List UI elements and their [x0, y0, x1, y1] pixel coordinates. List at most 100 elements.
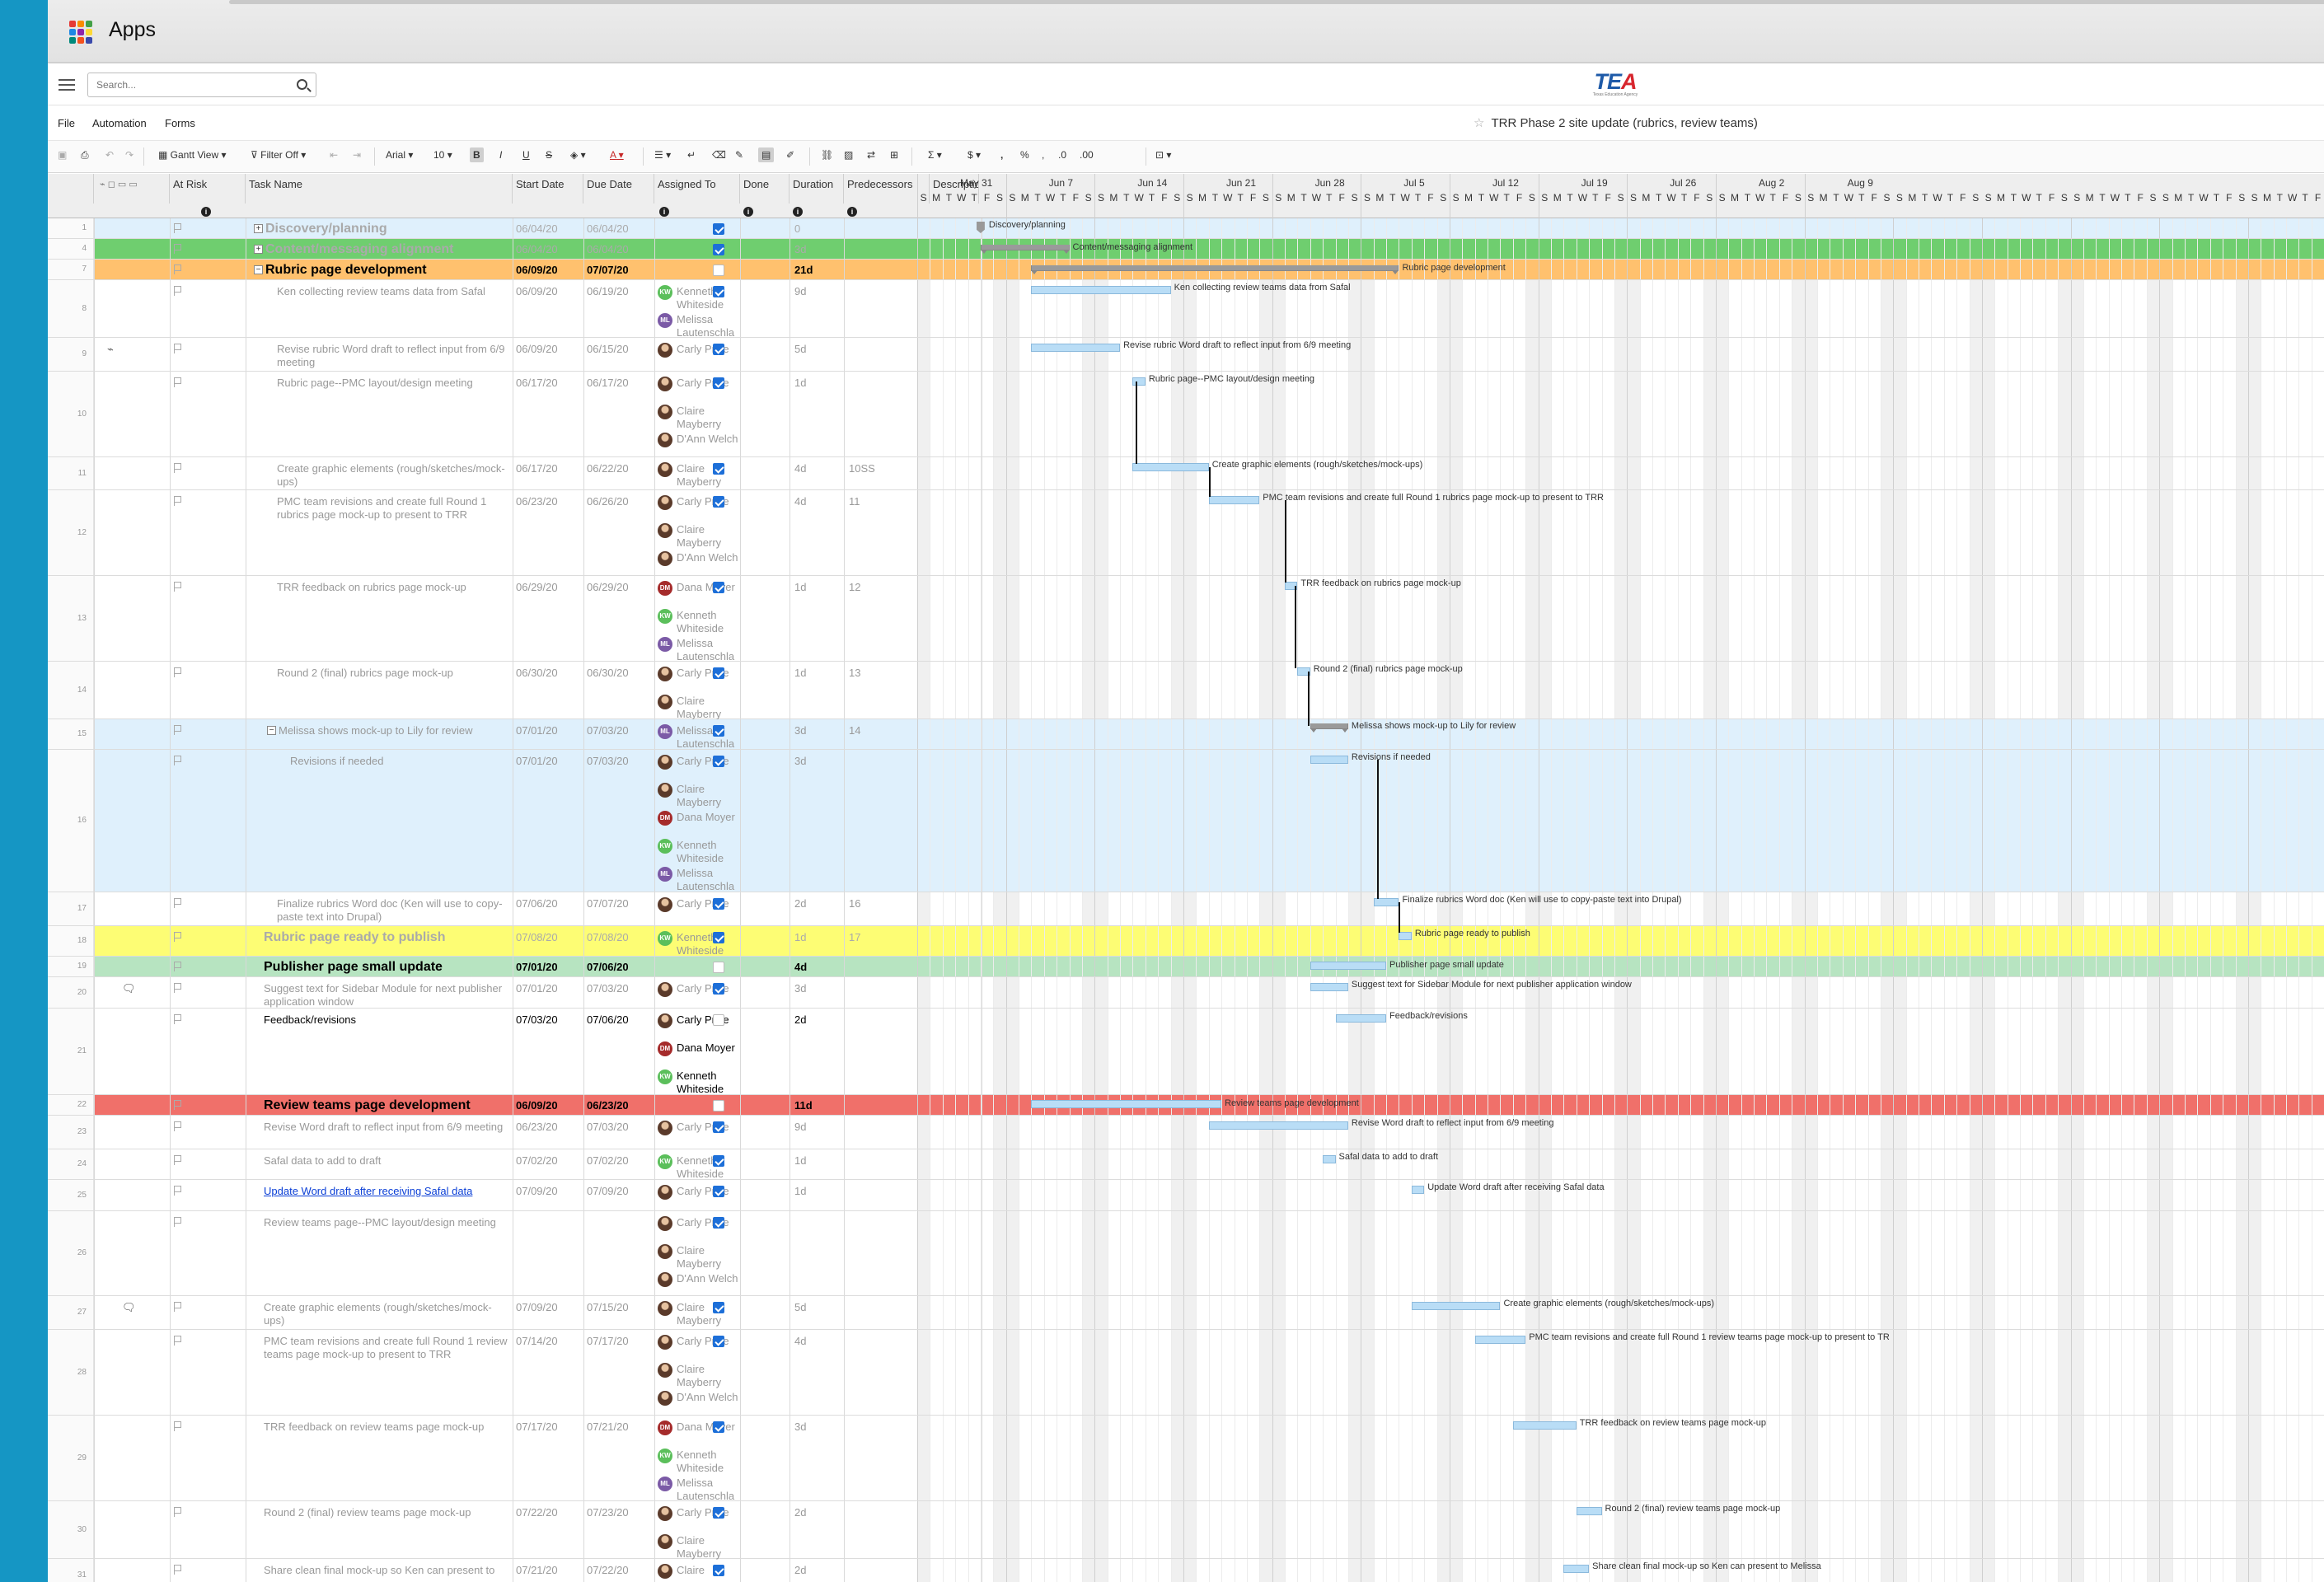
row-number[interactable]: 22: [48, 1095, 94, 1115]
predecessors-cell[interactable]: 12: [849, 581, 860, 594]
duration-cell[interactable]: 3d: [794, 755, 806, 768]
assignee[interactable]: Claire: [658, 1564, 740, 1579]
fill-color-icon[interactable]: ◈ ▾: [570, 149, 586, 161]
assignee[interactable]: KW Kenneth Whiteside: [658, 931, 740, 957]
start-date-cell[interactable]: 07/21/20: [516, 1564, 558, 1577]
task-name-cell[interactable]: Safal data to add to draft: [264, 1154, 509, 1168]
gantt-task-bar[interactable]: [1411, 1302, 1501, 1310]
at-risk-flag-icon[interactable]: [172, 1121, 182, 1131]
highlight-icon[interactable]: ✐: [786, 149, 794, 161]
duration-cell[interactable]: 1d: [794, 667, 806, 680]
duration-cell[interactable]: 2d: [794, 1013, 806, 1027]
done-checkbox[interactable]: [713, 1155, 724, 1167]
row-number[interactable]: 29: [48, 1416, 94, 1500]
done-checkbox[interactable]: [713, 1100, 724, 1112]
task-name-cell[interactable]: Rubric page ready to publish: [264, 931, 509, 944]
at-risk-flag-icon[interactable]: [172, 244, 182, 254]
decrease-decimal-button[interactable]: .0: [1058, 149, 1066, 161]
hierarchy-icon[interactable]: ⊞: [890, 149, 898, 161]
table-row[interactable]: 12 PMC team revisions and create full Rou…: [48, 490, 2324, 576]
table-row[interactable]: 16 Revisions if needed 07/01/20 07/03/20 Car…: [48, 750, 2324, 892]
assignee[interactable]: KW Kenneth Whiteside: [658, 1449, 740, 1475]
assignee[interactable]: KW Kenneth Whiteside: [658, 285, 740, 311]
search-icon[interactable]: [297, 79, 307, 90]
at-risk-flag-icon[interactable]: [172, 667, 182, 677]
row-number[interactable]: 7: [48, 260, 94, 279]
assignee[interactable]: Carly Price: [658, 1335, 740, 1350]
start-date-cell[interactable]: 06/04/20: [516, 222, 558, 236]
done-checkbox[interactable]: [713, 344, 724, 355]
menu-file[interactable]: File: [58, 117, 75, 129]
done-checkbox[interactable]: [713, 962, 724, 973]
duration-cell[interactable]: 0: [794, 222, 800, 236]
duration-cell[interactable]: 1d: [794, 581, 806, 594]
at-risk-flag-icon[interactable]: [172, 582, 182, 592]
done-checkbox[interactable]: [713, 667, 724, 679]
table-row[interactable]: 19 Publisher page small update 07/01/20 07/…: [48, 957, 2324, 977]
info-icon[interactable]: i: [847, 207, 857, 217]
start-date-cell[interactable]: 07/17/20: [516, 1421, 558, 1434]
done-checkbox[interactable]: [713, 1217, 724, 1229]
assignee[interactable]: Carly Price: [658, 667, 740, 681]
due-date-cell[interactable]: 06/22/20: [587, 462, 629, 475]
done-checkbox[interactable]: [713, 983, 724, 995]
gantt-task-bar[interactable]: [1031, 1100, 1222, 1108]
done-checkbox[interactable]: [713, 725, 724, 737]
table-row[interactable]: 1 + Discovery/planning 06/04/20 06/04/20 0 Dis…: [48, 218, 2324, 239]
done-checkbox[interactable]: [713, 1565, 724, 1576]
row-number[interactable]: 20: [48, 977, 94, 1008]
row-number[interactable]: 19: [48, 957, 94, 976]
due-date-cell[interactable]: 07/09/20: [587, 1185, 629, 1198]
at-risk-flag-icon[interactable]: [172, 1421, 182, 1431]
due-date-cell[interactable]: 07/06/20: [587, 961, 629, 974]
start-date-cell[interactable]: 06/23/20: [516, 495, 558, 508]
gantt-summary-bar[interactable]: [1310, 723, 1349, 732]
table-row[interactable]: 7− Rubric page development 06/09/20 07/07/2…: [48, 260, 2324, 280]
task-name-cell[interactable]: Ken collecting review teams data from Sa…: [277, 285, 509, 298]
gantt-task-bar[interactable]: [1411, 1186, 1425, 1194]
assignee[interactable]: Carly Price: [658, 1506, 740, 1521]
table-row[interactable]: 8 Ken collecting review teams data from S…: [48, 280, 2324, 339]
assignee[interactable]: ML Melissa Lautenschla: [658, 313, 740, 339]
row-number[interactable]: 25: [48, 1180, 94, 1210]
done-checkbox[interactable]: [713, 756, 724, 767]
format-painter-icon[interactable]: ✎: [735, 149, 743, 161]
assignee[interactable]: D'Ann Welch: [658, 1391, 740, 1406]
assignee[interactable]: Claire Mayberry: [658, 1244, 740, 1271]
gantt-task-bar[interactable]: [1512, 1421, 1577, 1430]
predecessors-cell[interactable]: 13: [849, 667, 860, 680]
table-row[interactable]: 25 Update Word draft after receiving Safa…: [48, 1180, 2324, 1211]
at-risk-flag-icon[interactable]: [172, 496, 182, 506]
increase-decimal-button[interactable]: .00: [1080, 149, 1094, 161]
task-name-cell[interactable]: Rubric page development: [265, 264, 509, 277]
at-risk-flag-icon[interactable]: [172, 1014, 182, 1024]
assignee[interactable]: Claire Mayberry: [658, 462, 740, 489]
table-row[interactable]: 22 Review teams page development 06/09/20 0…: [48, 1095, 2324, 1116]
assignee[interactable]: Claire Mayberry: [658, 783, 740, 809]
start-date-cell[interactable]: 07/01/20: [516, 961, 558, 974]
due-date-cell[interactable]: 07/03/20: [587, 982, 629, 995]
start-date-cell[interactable]: 07/06/20: [516, 897, 558, 910]
gantt-task-bar[interactable]: [1208, 1121, 1348, 1130]
table-row[interactable]: 26 Review teams page--PMC layout/design m…: [48, 1211, 2324, 1296]
row-number[interactable]: 28: [48, 1330, 94, 1415]
save-icon[interactable]: ▣: [58, 149, 67, 161]
task-name-cell[interactable]: PMC team revisions and create full Round…: [264, 1335, 509, 1361]
due-date-cell[interactable]: 07/15/20: [587, 1301, 629, 1314]
duration-cell[interactable]: 3d: [794, 982, 806, 995]
underline-button[interactable]: U: [522, 149, 530, 161]
task-name-cell[interactable]: Revisions if needed: [290, 755, 509, 768]
table-row[interactable]: 11 Create graphic elements (rough/sketche…: [48, 457, 2324, 490]
row-number[interactable]: 21: [48, 1009, 94, 1094]
assignee[interactable]: ML Melissa Lautenschla: [658, 724, 740, 751]
task-name-cell[interactable]: Share clean final mock-up so Ken can pre…: [264, 1564, 509, 1577]
assignee[interactable]: D'Ann Welch: [658, 433, 740, 447]
start-date-cell[interactable]: 06/17/20: [516, 462, 558, 475]
task-name-cell[interactable]: PMC team revisions and create full Round…: [277, 495, 509, 522]
duration-cell[interactable]: 9d: [794, 285, 806, 298]
done-checkbox[interactable]: [713, 463, 724, 475]
table-row[interactable]: 9 ⌁ Revise rubric Word draft to reflect in…: [48, 338, 2324, 372]
duration-cell[interactable]: 11d: [794, 1099, 813, 1112]
done-checkbox[interactable]: [713, 377, 724, 389]
task-name-cell[interactable]: Melissa shows mock-up to Lily for review: [279, 724, 509, 737]
